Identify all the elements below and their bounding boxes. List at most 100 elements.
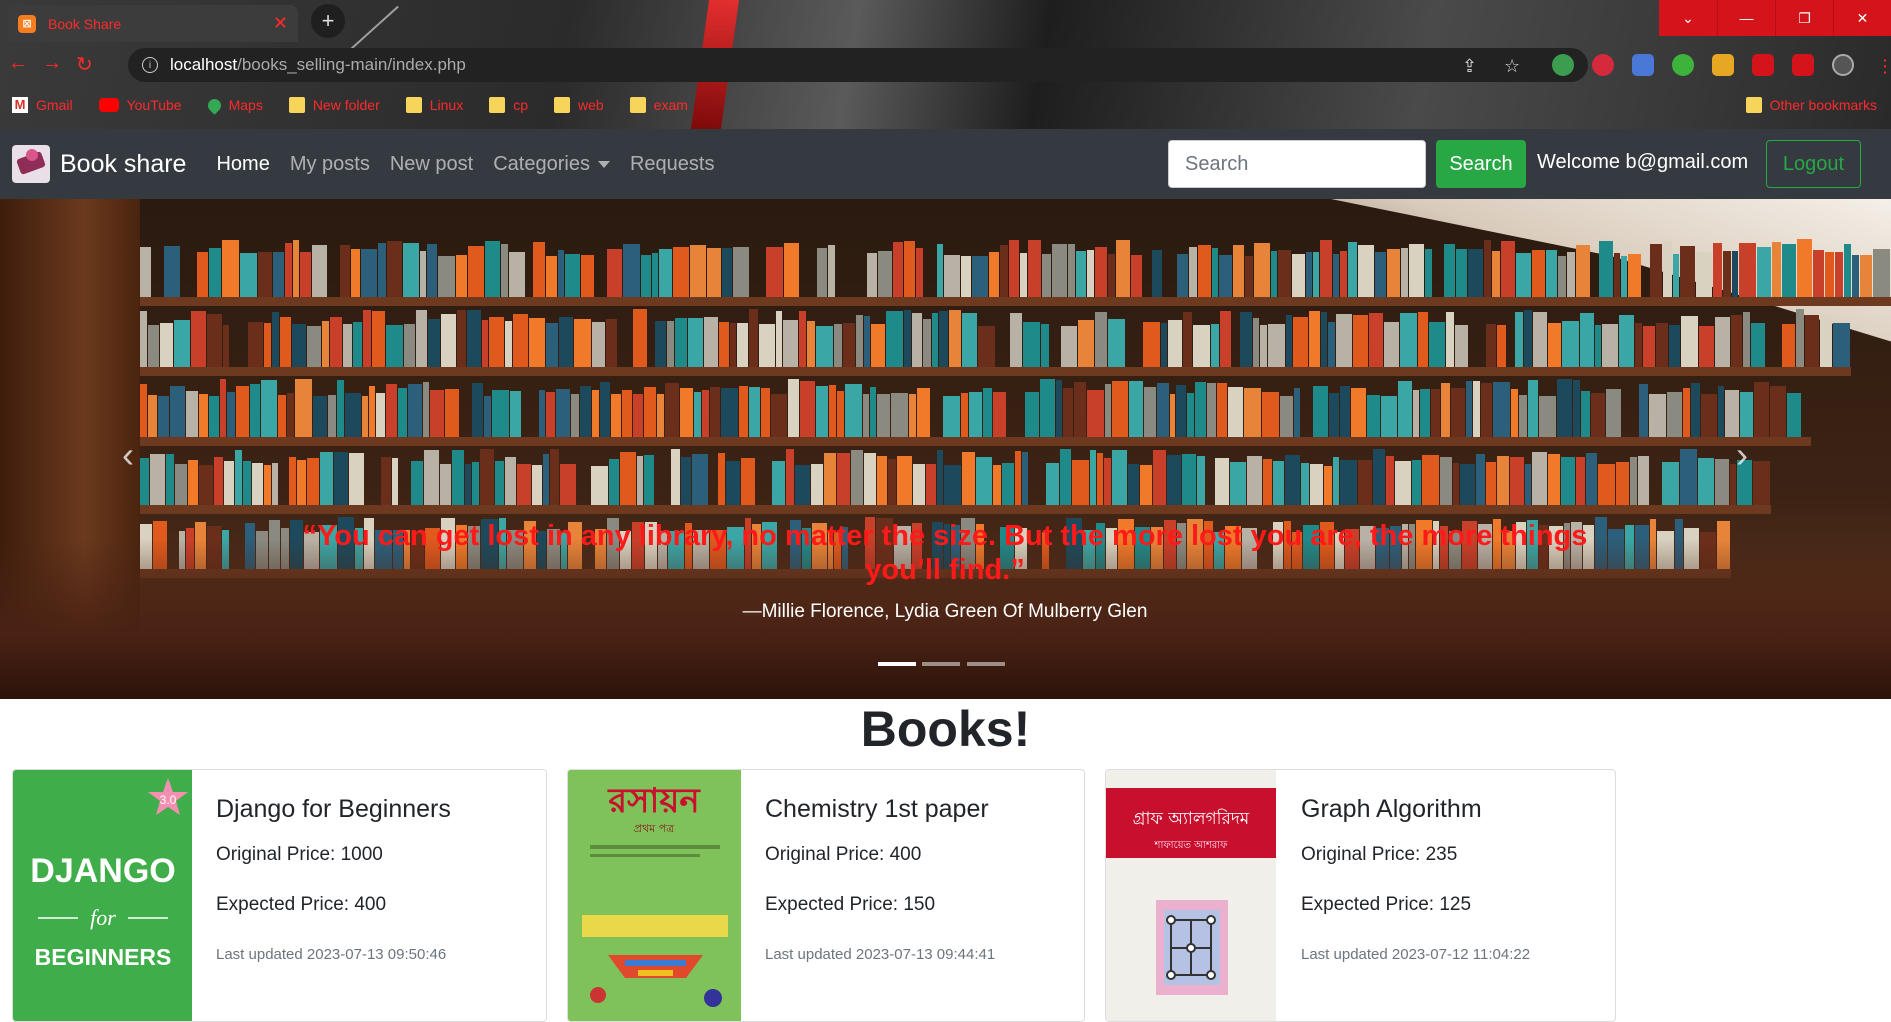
shelf-book	[651, 253, 658, 297]
shelf-book	[943, 465, 961, 505]
shelf-book	[1638, 384, 1648, 437]
shelf-book	[1666, 392, 1682, 437]
extensions-puzzle-icon[interactable]	[1752, 54, 1774, 76]
close-tab-icon[interactable]: ✕	[273, 13, 288, 34]
book-card[interactable]: রসায়ন প্রথম পত্র Chemistry 1st paper Or…	[567, 769, 1085, 1022]
new-tab-button[interactable]: +	[311, 4, 345, 38]
folder-icon	[629, 97, 646, 113]
shelf-book	[756, 463, 771, 505]
address-bar[interactable]: i localhost /books_selling-main/index.ph…	[128, 48, 1588, 82]
shelf-book	[226, 392, 235, 437]
shelf-book	[513, 313, 529, 367]
carousel-prev-icon[interactable]: ‹	[122, 434, 134, 476]
book-card[interactable]: 3.0 DJANGO for BEGINNERS Django for Begi…	[12, 769, 547, 1022]
bookmark-web[interactable]: web	[554, 97, 604, 113]
folder-icon	[489, 97, 506, 113]
shelf-book	[1425, 248, 1433, 297]
shelf-book	[455, 254, 467, 297]
shelf-book	[555, 389, 570, 437]
logout-button[interactable]: Logout	[1766, 140, 1861, 188]
carousel-indicator[interactable]	[967, 662, 1005, 666]
shelf-book	[1445, 312, 1454, 367]
carousel-next-icon[interactable]: ›	[1736, 434, 1748, 476]
bookmark-gmail[interactable]: M Gmail	[12, 97, 73, 113]
other-bookmarks[interactable]: Other bookmarks	[1745, 97, 1877, 113]
shelf-book	[655, 461, 670, 505]
translate-icon[interactable]	[1632, 54, 1654, 76]
shelf-book	[444, 389, 459, 437]
extension-icon[interactable]	[1552, 54, 1574, 76]
shelf-book	[1055, 379, 1062, 437]
share-icon[interactable]: ⇪	[1462, 56, 1477, 77]
book-card[interactable]: গ্রাফ অ্যালগরিদম শাফায়েত আশরাফ Graph Al…	[1105, 769, 1616, 1022]
extension-icon[interactable]	[1672, 54, 1694, 76]
maximize-button[interactable]: ❐	[1775, 0, 1833, 36]
shelf-book	[1591, 392, 1606, 437]
shelf-book	[345, 393, 362, 437]
shelf-book	[1021, 452, 1028, 505]
shelf-book	[1153, 449, 1167, 505]
bookmark-youtube[interactable]: YouTube	[98, 97, 182, 113]
nav-new-post[interactable]: New post	[380, 153, 483, 176]
carousel-indicator[interactable]	[922, 662, 960, 666]
search-button[interactable]: Search	[1436, 140, 1526, 188]
shelf-book	[1041, 253, 1051, 297]
bookmarks-bar: M Gmail YouTube Maps New folder Linux cp…	[0, 88, 1891, 122]
shelf-book	[481, 320, 488, 367]
shelf-book	[277, 395, 286, 437]
shelf-book	[339, 244, 350, 297]
nav-categories[interactable]: Categories	[483, 153, 620, 176]
shelf-book	[440, 314, 456, 367]
expected-price: Expected Price: 150	[765, 894, 936, 915]
shelf-book	[892, 241, 903, 297]
shelf-book	[1468, 248, 1484, 297]
book-title[interactable]: Graph Algorithm	[1301, 795, 1482, 824]
shelf-book	[416, 310, 428, 367]
tab-search-icon[interactable]: ⌄	[1659, 0, 1717, 36]
shelf-book	[824, 452, 837, 505]
carousel-indicator[interactable]	[878, 662, 916, 666]
shelf-book	[284, 242, 292, 297]
bookmark-exam[interactable]: exam	[629, 97, 688, 113]
minimize-button[interactable]: —	[1717, 0, 1775, 36]
nav-my-posts[interactable]: My posts	[280, 153, 380, 176]
extension-icon[interactable]	[1592, 54, 1614, 76]
shelf-book	[306, 326, 321, 367]
shelf-book	[1143, 252, 1151, 297]
shelf-book	[337, 379, 345, 437]
shelf-book	[472, 462, 480, 505]
close-window-button[interactable]: ✕	[1833, 0, 1891, 36]
shelf-book	[640, 255, 651, 297]
nav-home[interactable]: Home	[206, 153, 279, 176]
shelf-book	[885, 311, 903, 367]
nav-requests[interactable]: Requests	[620, 153, 725, 176]
bookmark-cp[interactable]: cp	[489, 97, 528, 113]
extension-icon[interactable]	[1712, 54, 1734, 76]
shelf-book	[799, 381, 815, 437]
shelf-book	[423, 381, 430, 437]
book-cover-image: গ্রাফ অ্যালগরিদম শাফায়েত আশরাফ	[1106, 770, 1276, 1021]
bookmark-linux[interactable]: Linux	[405, 97, 463, 113]
forward-icon[interactable]: →	[42, 52, 62, 75]
shelf-book	[546, 323, 559, 367]
shelf-book	[1320, 311, 1327, 367]
search-input[interactable]	[1168, 140, 1426, 188]
reload-icon[interactable]: ↻	[76, 52, 93, 77]
menu-dots-icon[interactable]: ⋮	[1876, 56, 1891, 77]
site-info-icon[interactable]: i	[142, 57, 158, 73]
bookmark-maps[interactable]: Maps	[204, 95, 263, 115]
shelf-book	[1524, 463, 1531, 505]
brand[interactable]: Book share	[12, 145, 186, 183]
profile-avatar[interactable]	[1832, 54, 1854, 76]
shelf-book	[619, 452, 636, 505]
back-icon[interactable]: ←	[8, 52, 28, 75]
browser-tab[interactable]: ⊠ Book Share ✕	[8, 5, 298, 42]
shelf-book	[295, 379, 313, 437]
bookmark-new-folder[interactable]: New folder	[288, 97, 380, 113]
bookmark-star-icon[interactable]: ☆	[1504, 56, 1520, 77]
shelf-book	[328, 395, 337, 437]
shelf-book	[795, 464, 811, 505]
book-title[interactable]: Chemistry 1st paper	[765, 795, 989, 824]
book-title[interactable]: Django for Beginners	[216, 795, 451, 824]
sidepanel-icon[interactable]	[1792, 54, 1814, 76]
